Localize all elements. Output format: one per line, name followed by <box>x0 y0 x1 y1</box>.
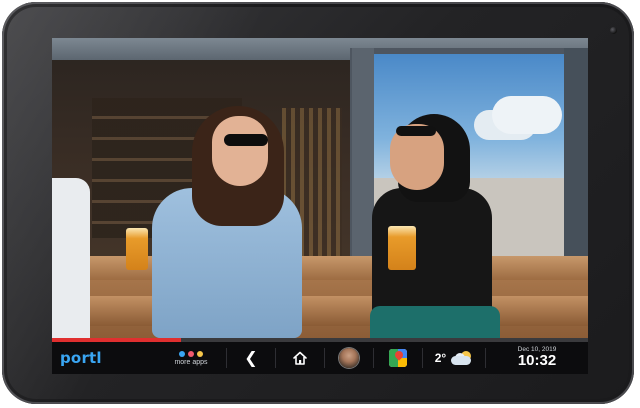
avatar <box>339 348 359 368</box>
front-camera <box>610 27 617 34</box>
woman-left-sunglasses <box>224 134 268 146</box>
more-apps-label: more apps <box>174 358 208 366</box>
chevron-left-icon: ❮ <box>244 348 258 367</box>
dot-pink <box>188 350 194 357</box>
back-button[interactable]: ❮ <box>227 342 275 374</box>
brand-logo[interactable]: portl <box>52 342 156 374</box>
weather-widget[interactable]: 2° <box>423 342 485 374</box>
taskbar: portl more apps ❮ 2° Dec 10, 2019 10:32 <box>52 342 588 374</box>
time-label: 10:32 <box>517 352 557 370</box>
profile-button[interactable] <box>325 342 373 374</box>
sky-cloud <box>492 96 562 134</box>
person-left-edge <box>52 178 90 338</box>
woman-left-face <box>212 116 268 186</box>
home-button[interactable] <box>276 342 324 374</box>
beer-glass-left <box>126 228 148 270</box>
background-photo <box>52 38 588 338</box>
tablet-device: portl more apps ❮ 2° Dec 10, 2019 10:32 <box>2 2 634 404</box>
beer-glass-right <box>388 226 416 270</box>
brand-name: portl <box>60 349 102 367</box>
clock-widget: Dec 10, 2019 10:32 <box>486 342 588 374</box>
more-apps-button[interactable]: more apps <box>156 342 226 374</box>
maps-button[interactable] <box>374 342 422 374</box>
temperature: 2° <box>434 351 447 365</box>
dot-blue <box>179 350 185 357</box>
woman-right-skirt <box>370 306 500 338</box>
screen: portl more apps ❮ 2° Dec 10, 2019 10:32 <box>52 38 588 374</box>
more-apps-dots-icon <box>179 350 203 357</box>
partly-cloudy-icon <box>451 351 473 365</box>
bench-seat <box>52 296 588 326</box>
home-icon <box>293 351 307 365</box>
dot-yellow <box>197 350 203 357</box>
woman-right-sunglasses <box>396 126 436 136</box>
maps-icon <box>389 349 407 367</box>
